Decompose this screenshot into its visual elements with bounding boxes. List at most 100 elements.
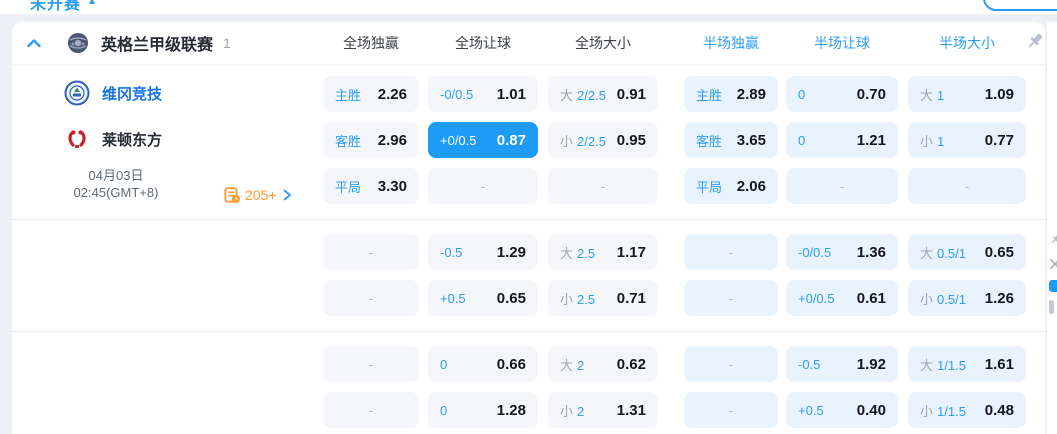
odds-label: 大1 <box>920 85 944 104</box>
odds-line-label: 客胜 <box>335 133 362 149</box>
empty-odds-dash: - <box>728 356 734 372</box>
odds-label: -0.5 <box>440 245 462 260</box>
odds-label: 0 <box>440 403 447 418</box>
league-card: 英格兰甲级联赛 1 全场独赢 全场让球 全场大小 半场独赢 半场让球 半场大小 … <box>12 22 1045 434</box>
odds-label: +0.5 <box>798 403 824 418</box>
odds-cell[interactable]: 小 2/2.5 0.95 <box>548 122 658 158</box>
odds-value: 1.21 <box>856 131 886 149</box>
odds-label: +0.5 <box>440 291 466 306</box>
odds-label: 主胜 <box>696 85 722 104</box>
empty-odds-dash: - <box>368 290 374 306</box>
chevron-up-icon[interactable] <box>25 34 43 52</box>
odds-line-label: 0 <box>798 132 806 148</box>
odds-cell[interactable]: 客胜 3.65 <box>684 122 778 158</box>
odds-cell[interactable]: 0 0.66 <box>428 346 538 382</box>
odds-cell-empty: - <box>684 234 778 270</box>
league-header: 英格兰甲级联赛 1 全场独赢 全场让球 全场大小 半场独赢 半场让球 半场大小 <box>12 22 1045 65</box>
odds-line-label: 平局 <box>335 179 362 195</box>
odds-cell-empty: - <box>684 392 778 428</box>
pin-icon[interactable] <box>1025 31 1045 51</box>
tab-not-started[interactable]: 未开赛 ▲ <box>30 0 98 14</box>
odds-cell[interactable]: +0/0.5 0.87 <box>428 122 538 158</box>
league-name[interactable]: 英格兰甲级联赛 <box>101 31 213 55</box>
odds-cell[interactable]: 小 1 0.77 <box>908 122 1026 158</box>
chevron-up-small-icon: ▲ <box>87 0 98 7</box>
top-right-pill-button[interactable] <box>983 0 1057 11</box>
odds-line-label: 2 <box>577 403 585 419</box>
odds-cell[interactable]: 小 2.5 0.71 <box>548 280 658 316</box>
over-under-direction-label: 大 <box>560 87 574 103</box>
odds-label: 0 <box>798 133 805 148</box>
close-icon[interactable] <box>1049 258 1057 270</box>
odds-line-label: 客胜 <box>696 133 723 149</box>
odds-value: 3.65 <box>736 131 766 149</box>
over-under-direction-label: 大 <box>560 357 574 373</box>
odds-cell[interactable]: 大 0.5/1 0.65 <box>908 234 1026 270</box>
odds-cell[interactable]: 小 1/1.5 0.48 <box>908 392 1026 428</box>
odds-line-label: 1 <box>937 87 945 103</box>
home-team-row[interactable]: 维冈竞技 <box>64 75 162 111</box>
odds-line-label: -0.5 <box>440 244 463 260</box>
odds-cell[interactable]: +0.5 0.65 <box>428 280 538 316</box>
odds-label: 0 <box>798 87 805 102</box>
away-team-row[interactable]: 莱顿东方 <box>64 121 162 157</box>
tab-not-started-label: 未开赛 <box>30 0 82 13</box>
right-edge-panel <box>1046 22 1057 434</box>
odds-value: 2.89 <box>736 85 766 103</box>
odds-cell[interactable]: 主胜 2.26 <box>323 76 419 112</box>
away-team-crest-icon <box>64 126 90 152</box>
empty-odds-dash: - <box>728 244 734 260</box>
odds-cell[interactable]: -0.5 1.92 <box>786 346 898 382</box>
more-markets-link[interactable]: 205+ <box>224 186 293 204</box>
odds-value: 0.95 <box>616 131 646 149</box>
odds-label: -0/0.5 <box>798 245 831 260</box>
odds-cell[interactable]: 大 2/2.5 0.91 <box>548 76 658 112</box>
odds-value: 0.48 <box>984 401 1014 419</box>
odds-cell[interactable]: 0 0.70 <box>786 76 898 112</box>
odds-cell-empty: - <box>684 346 778 382</box>
odds-label: 大2 <box>560 355 584 374</box>
column-header-half-1x2: 半场独赢 <box>703 35 759 51</box>
odds-cell[interactable]: 平局 2.06 <box>684 168 778 204</box>
match-date: 04月03日 <box>88 168 144 183</box>
odds-label: 小2 <box>560 401 584 420</box>
odds-cell[interactable]: 0 1.28 <box>428 392 538 428</box>
odds-cell[interactable]: 客胜 2.96 <box>323 122 419 158</box>
odds-line-label: +0.5 <box>440 290 466 306</box>
odds-cell[interactable]: +0/0.5 0.61 <box>786 280 898 316</box>
blue-badge-icon[interactable] <box>1049 280 1057 292</box>
over-under-direction-label: 小 <box>920 133 934 149</box>
odds-cell[interactable]: 0 1.21 <box>786 122 898 158</box>
odds-line-label: 0 <box>798 86 806 102</box>
odds-cell[interactable]: 大 1 1.09 <box>908 76 1026 112</box>
over-under-direction-label: 小 <box>920 403 934 419</box>
odds-line-label: +0/0.5 <box>798 290 835 306</box>
odds-label: 小 2/2.5 <box>560 131 606 150</box>
odds-cell[interactable]: -0.5 1.29 <box>428 234 538 270</box>
odds-line-label: 0.5/1 <box>937 291 966 307</box>
odds-cell[interactable]: +0.5 0.40 <box>786 392 898 428</box>
odds-cell-empty: - <box>323 392 419 428</box>
empty-odds-dash: - <box>368 244 374 260</box>
odds-label: 客胜 <box>335 131 361 150</box>
odds-value: 0.65 <box>984 243 1014 261</box>
odds-value: 0.87 <box>496 131 526 149</box>
odds-line-label: 0 <box>440 402 448 418</box>
odds-value: 0.61 <box>856 289 886 307</box>
odds-cell[interactable]: 小 0.5/1 1.26 <box>908 280 1026 316</box>
odds-label: 小 0.5/1 <box>920 289 966 308</box>
odds-line-label: 2 <box>577 357 585 373</box>
odds-cell[interactable]: 小 2 1.31 <box>548 392 658 428</box>
pin-icon[interactable] <box>1049 232 1057 246</box>
odds-cell[interactable]: 主胜 2.89 <box>684 76 778 112</box>
odds-cell[interactable]: 大 1/1.5 1.61 <box>908 346 1026 382</box>
odds-line-label: 1 <box>937 133 945 149</box>
odds-cell-empty: - <box>548 168 658 204</box>
chevron-right-icon <box>283 189 291 201</box>
odds-cell[interactable]: 大 2.5 1.17 <box>548 234 658 270</box>
odds-cell[interactable]: 大 2 0.62 <box>548 346 658 382</box>
over-under-direction-label: 小 <box>560 291 574 307</box>
odds-cell[interactable]: -0/0.5 1.01 <box>428 76 538 112</box>
odds-cell[interactable]: 平局 3.30 <box>323 168 419 204</box>
odds-cell[interactable]: -0/0.5 1.36 <box>786 234 898 270</box>
